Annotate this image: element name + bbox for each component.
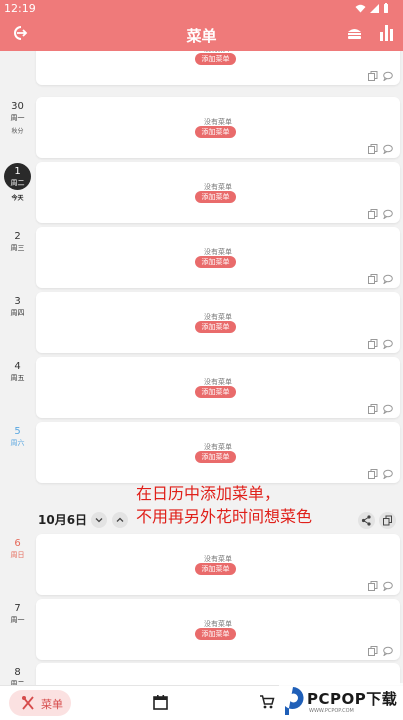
day-label: 3 周四 [10,296,25,317]
add-menu-button[interactable]: 添加菜单 [195,386,236,398]
comment-icon[interactable] [383,339,393,349]
add-menu-button[interactable]: 添加菜单 [195,563,236,575]
comment-icon[interactable] [383,469,393,479]
comment-icon[interactable] [383,209,393,219]
comment-icon[interactable] [383,274,393,284]
expand-button[interactable] [112,512,128,528]
copy-week-button[interactable] [379,512,396,529]
app-bar: 菜单 [0,17,403,51]
signal-icon [370,3,379,13]
comment-icon[interactable] [383,71,393,81]
day-label: 5 周六 [10,426,25,447]
day-label: 4 周五 [10,361,25,382]
add-menu-button[interactable]: 添加菜单 [195,126,236,138]
day-card: 没有菜单 添加菜单 [36,227,400,288]
watermark-logo-icon [285,687,304,715]
cart-icon[interactable] [259,694,275,710]
copy-icon[interactable] [368,646,378,656]
copy-icon[interactable] [368,339,378,349]
status-bar: 12:19 [0,0,403,17]
week-date: 10月6日 [38,513,88,527]
chevron-up-icon [116,517,124,522]
copy-icon[interactable] [368,144,378,154]
nav-menu-tab[interactable]: 菜单 [9,690,71,716]
chevron-down-icon [95,518,103,523]
nav-menu-label: 菜单 [41,698,63,711]
caption-line-1: 在日历中添加菜单， [136,484,281,503]
day-card: 没有菜单 添加菜单 [36,97,400,158]
calendar-menu-list[interactable]: 没有菜单 添加菜单 30 周一 秋分 没有菜单 添加菜单 1 周二 今天 没有菜… [0,51,403,685]
status-icons [355,3,389,13]
status-time: 12:19 [4,2,36,15]
copy-icon[interactable] [368,404,378,414]
copy-icon[interactable] [368,469,378,479]
day-label: 2 周三 [10,231,25,252]
day-card: 没有菜单 添加菜单 [36,292,400,353]
burger-icon[interactable] [347,27,362,40]
day-card: 没有菜单 添加菜单 [36,357,400,418]
day-card: 没有菜单 添加菜单 [36,534,400,595]
copy-icon[interactable] [368,274,378,284]
comment-icon[interactable] [383,646,393,656]
day-label: 7 周一 [10,603,25,624]
comment-icon[interactable] [383,144,393,154]
battery-icon [384,3,388,13]
add-menu-button[interactable]: 添加菜单 [195,53,236,65]
collapse-button[interactable] [91,512,107,528]
wifi-icon [355,4,366,12]
caption-line-2: 不用再另外花时间想菜色 [136,507,313,526]
day-card: 没有菜单 添加菜单 [36,599,400,660]
share-button[interactable] [358,512,375,529]
copy-icon [383,515,392,526]
add-menu-button[interactable]: 添加菜单 [195,256,236,268]
day-card: 没有菜单 添加菜单 [36,162,400,223]
day-card [36,663,400,685]
today-circle: 1 周二 [4,163,31,190]
day-card: 没有菜单 添加菜单 [36,422,400,483]
day-label: 6 周日 [10,538,25,559]
watermark-text: PCPOP下载 [307,690,398,708]
day-label-today: 1 周二 今天 [4,163,31,202]
day-label: 8 周二 [10,667,25,685]
day-card: 没有菜单 添加菜单 [36,51,400,85]
calendar-icon[interactable] [153,695,168,710]
utensils-icon [22,696,34,710]
copy-icon[interactable] [368,209,378,219]
watermark-url: WWW.PCPOP.COM [309,708,354,714]
day-label: 30 周一 秋分 [10,101,25,135]
copy-icon[interactable] [368,71,378,81]
copy-icon[interactable] [368,581,378,591]
add-menu-button[interactable]: 添加菜单 [195,451,236,463]
comment-icon[interactable] [383,404,393,414]
add-menu-button[interactable]: 添加菜单 [195,321,236,333]
promo-caption: 在日历中添加菜单， 不用再另外花时间想菜色 [136,482,312,528]
page-title: 菜单 [186,27,217,45]
share-icon [361,515,371,526]
add-menu-button[interactable]: 添加菜单 [195,191,236,203]
bar-chart-icon[interactable] [380,25,394,41]
comment-icon[interactable] [383,581,393,591]
add-menu-button[interactable]: 添加菜单 [195,628,236,640]
watermark: PCPOP下载 WWW.PCPOP.COM [279,683,403,720]
